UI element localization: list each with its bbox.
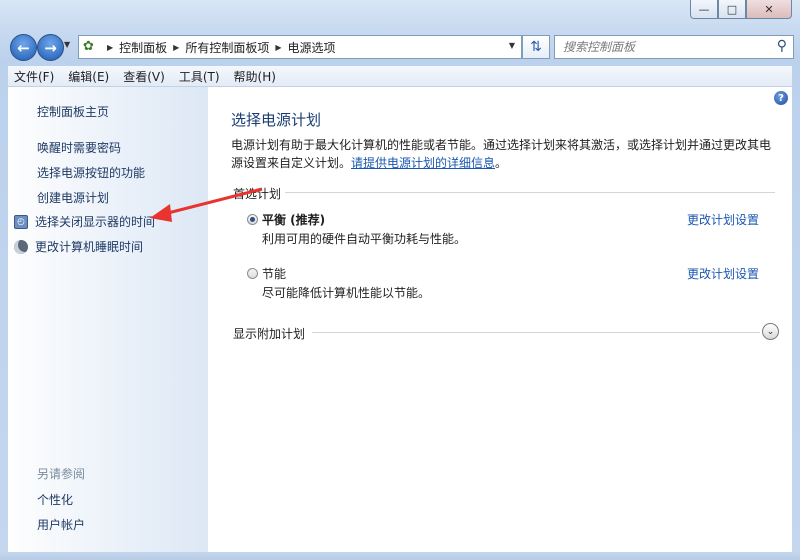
change-plan-settings-link[interactable]: 更改计划设置 [687,265,759,282]
menu-edit[interactable]: 编辑(E) [62,68,115,85]
sidebar-item-user-accounts[interactable]: 用户帐户 [37,516,85,533]
address-dropdown-icon[interactable]: ▼ [509,41,515,50]
sidebar-item-power-buttons[interactable]: 选择电源按钮的功能 [37,164,145,181]
arrow-left-icon: ← [17,38,30,57]
search-input[interactable] [561,39,765,55]
main-pane: ? 选择电源计划 电源计划有助于最大化计算机的性能或者节能。通过选择计划来将其激… [208,87,792,552]
task-pane: 控制面板主页 唤醒时需要密码 选择电源按钮的功能 创建电源计划 ◴ 选择关闭显示… [8,87,208,552]
sidebar-control-panel-home[interactable]: 控制面板主页 [37,103,109,120]
recent-pages-dropdown-icon[interactable]: ▼ [64,40,70,49]
search-icon[interactable]: ⚲ [777,38,787,54]
divider [312,332,760,333]
breadcrumb-arrow-icon[interactable]: ▶ [275,43,281,52]
sidebar-item-personalization[interactable]: 个性化 [37,491,73,508]
plan-name[interactable]: 平衡 (推荐) [262,211,325,228]
breadcrumb-power-options[interactable]: 电源选项 [288,39,336,56]
plan-power-saver-radio[interactable] [247,268,258,279]
plan-balanced-radio[interactable] [247,214,258,225]
sidebar-item-display-off[interactable]: ◴ 选择关闭显示器的时间 [14,213,155,230]
sidebar-item-label: 更改计算机睡眠时间 [35,240,144,254]
intro-end: 。 [495,156,508,170]
divider [233,192,775,193]
maximize-button[interactable]: □ [718,0,746,19]
page-title: 选择电源计划 [231,111,322,129]
plan-description: 尽可能降低计算机性能以节能。 [262,286,431,300]
menu-bar: 文件(F) 编辑(E) 查看(V) 工具(T) 帮助(H) [8,66,792,87]
sidebar-item-sleep[interactable]: 更改计算机睡眠时间 [14,238,143,255]
change-plan-settings-link[interactable]: 更改计划设置 [687,211,759,228]
plan-description: 利用可用的硬件自动平衡功耗与性能。 [262,232,467,246]
minimize-button[interactable]: — [690,0,718,19]
sidebar-item-wake-password[interactable]: 唤醒时需要密码 [37,139,121,156]
breadcrumb-arrow-icon[interactable]: ▶ [173,43,179,52]
back-button[interactable]: ← [10,34,37,61]
help-icon[interactable]: ? [774,91,788,105]
window-bottom-border [0,552,800,560]
sidebar-item-label: 选择关闭显示器的时间 [35,215,156,229]
menu-file[interactable]: 文件(F) [8,68,60,85]
caption-buttons: — □ ✕ [690,0,792,19]
sidebar-item-create-plan[interactable]: 创建电源计划 [37,189,109,206]
breadcrumb-arrow-icon[interactable]: ▶ [107,43,113,52]
arrow-right-icon: → [44,38,57,57]
menu-view[interactable]: 查看(V) [117,68,171,85]
navigation-bar: ← → ▼ ✿ ▶ 控制面板 ▶ 所有控制面板项 ▶ 电源选项 ▼ ⇅ ⚲ [8,32,794,61]
control-panel-icon: ✿ [83,39,94,54]
preferred-plans-title: 首选计划 [233,185,286,202]
expand-button[interactable]: ⌄ [762,323,779,340]
clock-icon: ◴ [14,214,28,229]
plan-name[interactable]: 节能 [262,265,286,282]
moon-icon [14,239,28,254]
forward-button[interactable]: → [37,34,64,61]
chevron-down-icon: ⌄ [766,326,775,337]
content-area: 控制面板主页 唤醒时需要密码 选择电源按钮的功能 创建电源计划 ◴ 选择关闭显示… [8,87,792,552]
breadcrumb-all-items[interactable]: 所有控制面板项 [185,39,269,56]
address-bar[interactable]: ✿ ▶ 控制面板 ▶ 所有控制面板项 ▶ 电源选项 ▼ [78,35,522,59]
close-button[interactable]: ✕ [746,0,792,19]
window: — □ ✕ ← → ▼ ✿ ▶ 控制面板 ▶ 所有控制面板项 ▶ 电源选项 ▼ … [0,0,800,560]
breadcrumb-control-panel[interactable]: 控制面板 [119,39,167,56]
search-box[interactable]: ⚲ [554,35,794,59]
see-also-title: 另请参阅 [37,467,86,481]
menu-help[interactable]: 帮助(H) [228,68,282,85]
intro-text: 电源计划有助于最大化计算机的性能或者节能。通过选择计划来将其激活，或选择计划并通… [231,136,781,172]
show-additional-plans-title: 显示附加计划 [233,327,306,341]
refresh-icon: ⇅ [530,39,542,55]
plan-details-link[interactable]: 请提供电源计划的详细信息 [351,156,495,170]
menu-tools[interactable]: 工具(T) [173,68,226,85]
refresh-button[interactable]: ⇅ [522,35,550,59]
